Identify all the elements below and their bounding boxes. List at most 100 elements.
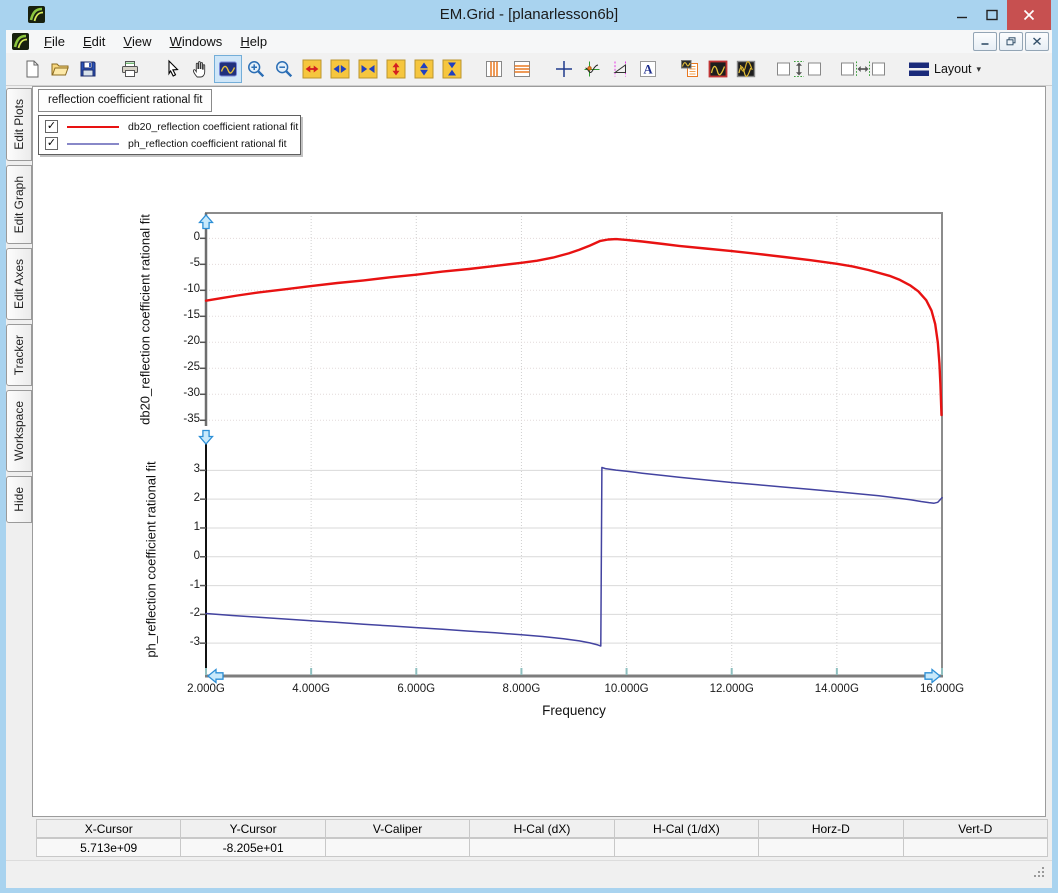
- v-arrows-in-button[interactable]: [438, 55, 466, 83]
- status-label-vert-d: Vert-D: [904, 820, 1047, 837]
- tracker-tool-icon: [582, 59, 602, 79]
- save-file-button[interactable]: [74, 55, 102, 83]
- dual-trace-view-button[interactable]: [732, 55, 760, 83]
- horizontal-grid-icon: [512, 59, 532, 79]
- new-file-button[interactable]: [18, 55, 46, 83]
- v-expand-button[interactable]: [382, 55, 410, 83]
- maximize-button[interactable]: [977, 0, 1007, 30]
- y-tick-label: -1: [166, 579, 200, 591]
- text-annotation-button[interactable]: A: [634, 55, 662, 83]
- mdi-restore-icon: [1006, 37, 1016, 46]
- svg-text:A: A: [643, 62, 652, 76]
- x-axis-right-handle[interactable]: [925, 670, 940, 683]
- sidebar-tab-label: Edit Graph: [12, 176, 26, 233]
- mdi-close-icon: [1032, 37, 1042, 46]
- legend-line-sample: [67, 143, 119, 145]
- horizontal-grid-button[interactable]: [508, 55, 536, 83]
- menu-file[interactable]: File: [35, 30, 74, 53]
- h-space-boxes-button[interactable]: [838, 55, 888, 83]
- tracker-tool-button[interactable]: [578, 55, 606, 83]
- y-tick-label: -35: [166, 413, 200, 425]
- app-logo-icon: [12, 33, 29, 50]
- status-value-v-caliper: [326, 839, 470, 856]
- report-view-button[interactable]: [676, 55, 704, 83]
- caliper-tool-button[interactable]: [606, 55, 634, 83]
- y-tick-label: -25: [166, 361, 200, 373]
- x-tick-label: 4.000G: [279, 683, 343, 695]
- vertical-grid-icon: [484, 59, 504, 79]
- vertical-grid-button[interactable]: [480, 55, 508, 83]
- mdi-close-button[interactable]: [1025, 32, 1049, 51]
- menu-bar: FileEditViewWindowsHelp: [6, 30, 1052, 54]
- pointer-tool-button[interactable]: [158, 55, 186, 83]
- pan-tool-button[interactable]: [186, 55, 214, 83]
- menu-edit[interactable]: Edit: [74, 30, 114, 53]
- minimize-button[interactable]: [947, 0, 977, 30]
- menu-view[interactable]: View: [114, 30, 160, 53]
- h-expand-button[interactable]: [298, 55, 326, 83]
- y-axis-bottom-handle[interactable]: [200, 431, 213, 445]
- sidebar-tab-edit-plots[interactable]: Edit Plots: [6, 88, 32, 161]
- y-tick-label: 0: [166, 231, 200, 243]
- sidebar-tab-edit-graph[interactable]: Edit Graph: [6, 165, 32, 244]
- single-trace-view-button[interactable]: [704, 55, 732, 83]
- x-tick-label: 2.000G: [174, 683, 238, 695]
- v-arrows-out-button[interactable]: [410, 55, 438, 83]
- caret-down-icon: ▾: [977, 64, 982, 75]
- sidebar-tab-workspace[interactable]: Workspace: [6, 390, 32, 472]
- legend-label: db20_reflection coefficient rational fit: [128, 121, 298, 133]
- status-value-h-cal-dx-: [470, 839, 614, 856]
- v-space-boxes-button[interactable]: [774, 55, 824, 83]
- legend-checkbox[interactable]: ✓: [45, 120, 58, 133]
- title-bar[interactable]: EM.Grid - [planarlesson6b]: [0, 0, 1058, 30]
- layout-menu-button[interactable]: Layout ▾: [902, 55, 988, 83]
- menu-windows[interactable]: Windows: [161, 30, 232, 53]
- status-label-y-cursor: Y-Cursor: [181, 820, 325, 837]
- mdi-minimize-icon: [980, 37, 990, 46]
- y-tick-label: -5: [166, 257, 200, 269]
- h-arrows-in-button[interactable]: [354, 55, 382, 83]
- plot-tab[interactable]: reflection coefficient rational fit: [38, 89, 212, 112]
- legend-line-sample: [67, 126, 119, 128]
- maximize-icon: [986, 9, 998, 21]
- zoom-out-button[interactable]: [270, 55, 298, 83]
- y-axis-top-handle[interactable]: [200, 215, 213, 229]
- layout-icon: [909, 59, 929, 79]
- status-label-h-cal-dx-: H-Cal (dX): [470, 820, 614, 837]
- legend-checkbox[interactable]: ✓: [45, 137, 58, 150]
- v-arrows-out-icon: [414, 59, 434, 79]
- x-tick-label: 6.000G: [384, 683, 448, 695]
- zoom-in-button[interactable]: [242, 55, 270, 83]
- crosshair-button[interactable]: [550, 55, 578, 83]
- mdi-restore-button[interactable]: [999, 32, 1023, 51]
- gridlines: [206, 213, 942, 676]
- close-button[interactable]: [1007, 0, 1051, 30]
- h-arrows-out-button[interactable]: [326, 55, 354, 83]
- mdi-minimize-button[interactable]: [973, 32, 997, 51]
- y-tick-label: -3: [166, 636, 200, 648]
- y-tick-label: -20: [166, 335, 200, 347]
- sidebar-tab-hide[interactable]: Hide: [6, 476, 32, 523]
- menu-help[interactable]: Help: [231, 30, 276, 53]
- legend-entry: ✓ph_reflection coefficient rational fit: [39, 135, 300, 152]
- window-title: EM.Grid - [planarlesson6b]: [0, 0, 1058, 30]
- x-axis-left-handle[interactable]: [208, 670, 223, 683]
- plot-canvas: [33, 87, 1047, 818]
- new-file-icon: [22, 59, 42, 79]
- single-trace-view-icon: [708, 59, 728, 79]
- status-value-row: 5.713e+09-8.205e+01: [36, 838, 1048, 857]
- zoom-box-tool-button[interactable]: [214, 55, 242, 83]
- sidebar-tab-edit-axes[interactable]: Edit Axes: [6, 248, 32, 320]
- resize-grip[interactable]: [1033, 866, 1046, 884]
- v-expand-icon: [386, 59, 406, 79]
- minimize-icon: [956, 9, 968, 21]
- h-expand-icon: [302, 59, 322, 79]
- v-space-boxes-icon: [775, 59, 823, 79]
- print-button[interactable]: [116, 55, 144, 83]
- open-file-button[interactable]: [46, 55, 74, 83]
- open-file-icon: [50, 59, 70, 79]
- y-tick-label: -30: [166, 387, 200, 399]
- sidebar-tab-tracker[interactable]: Tracker: [6, 324, 32, 386]
- sidebar-tab-label: Edit Axes: [12, 259, 26, 309]
- zoom-box-tool-icon: [218, 59, 238, 79]
